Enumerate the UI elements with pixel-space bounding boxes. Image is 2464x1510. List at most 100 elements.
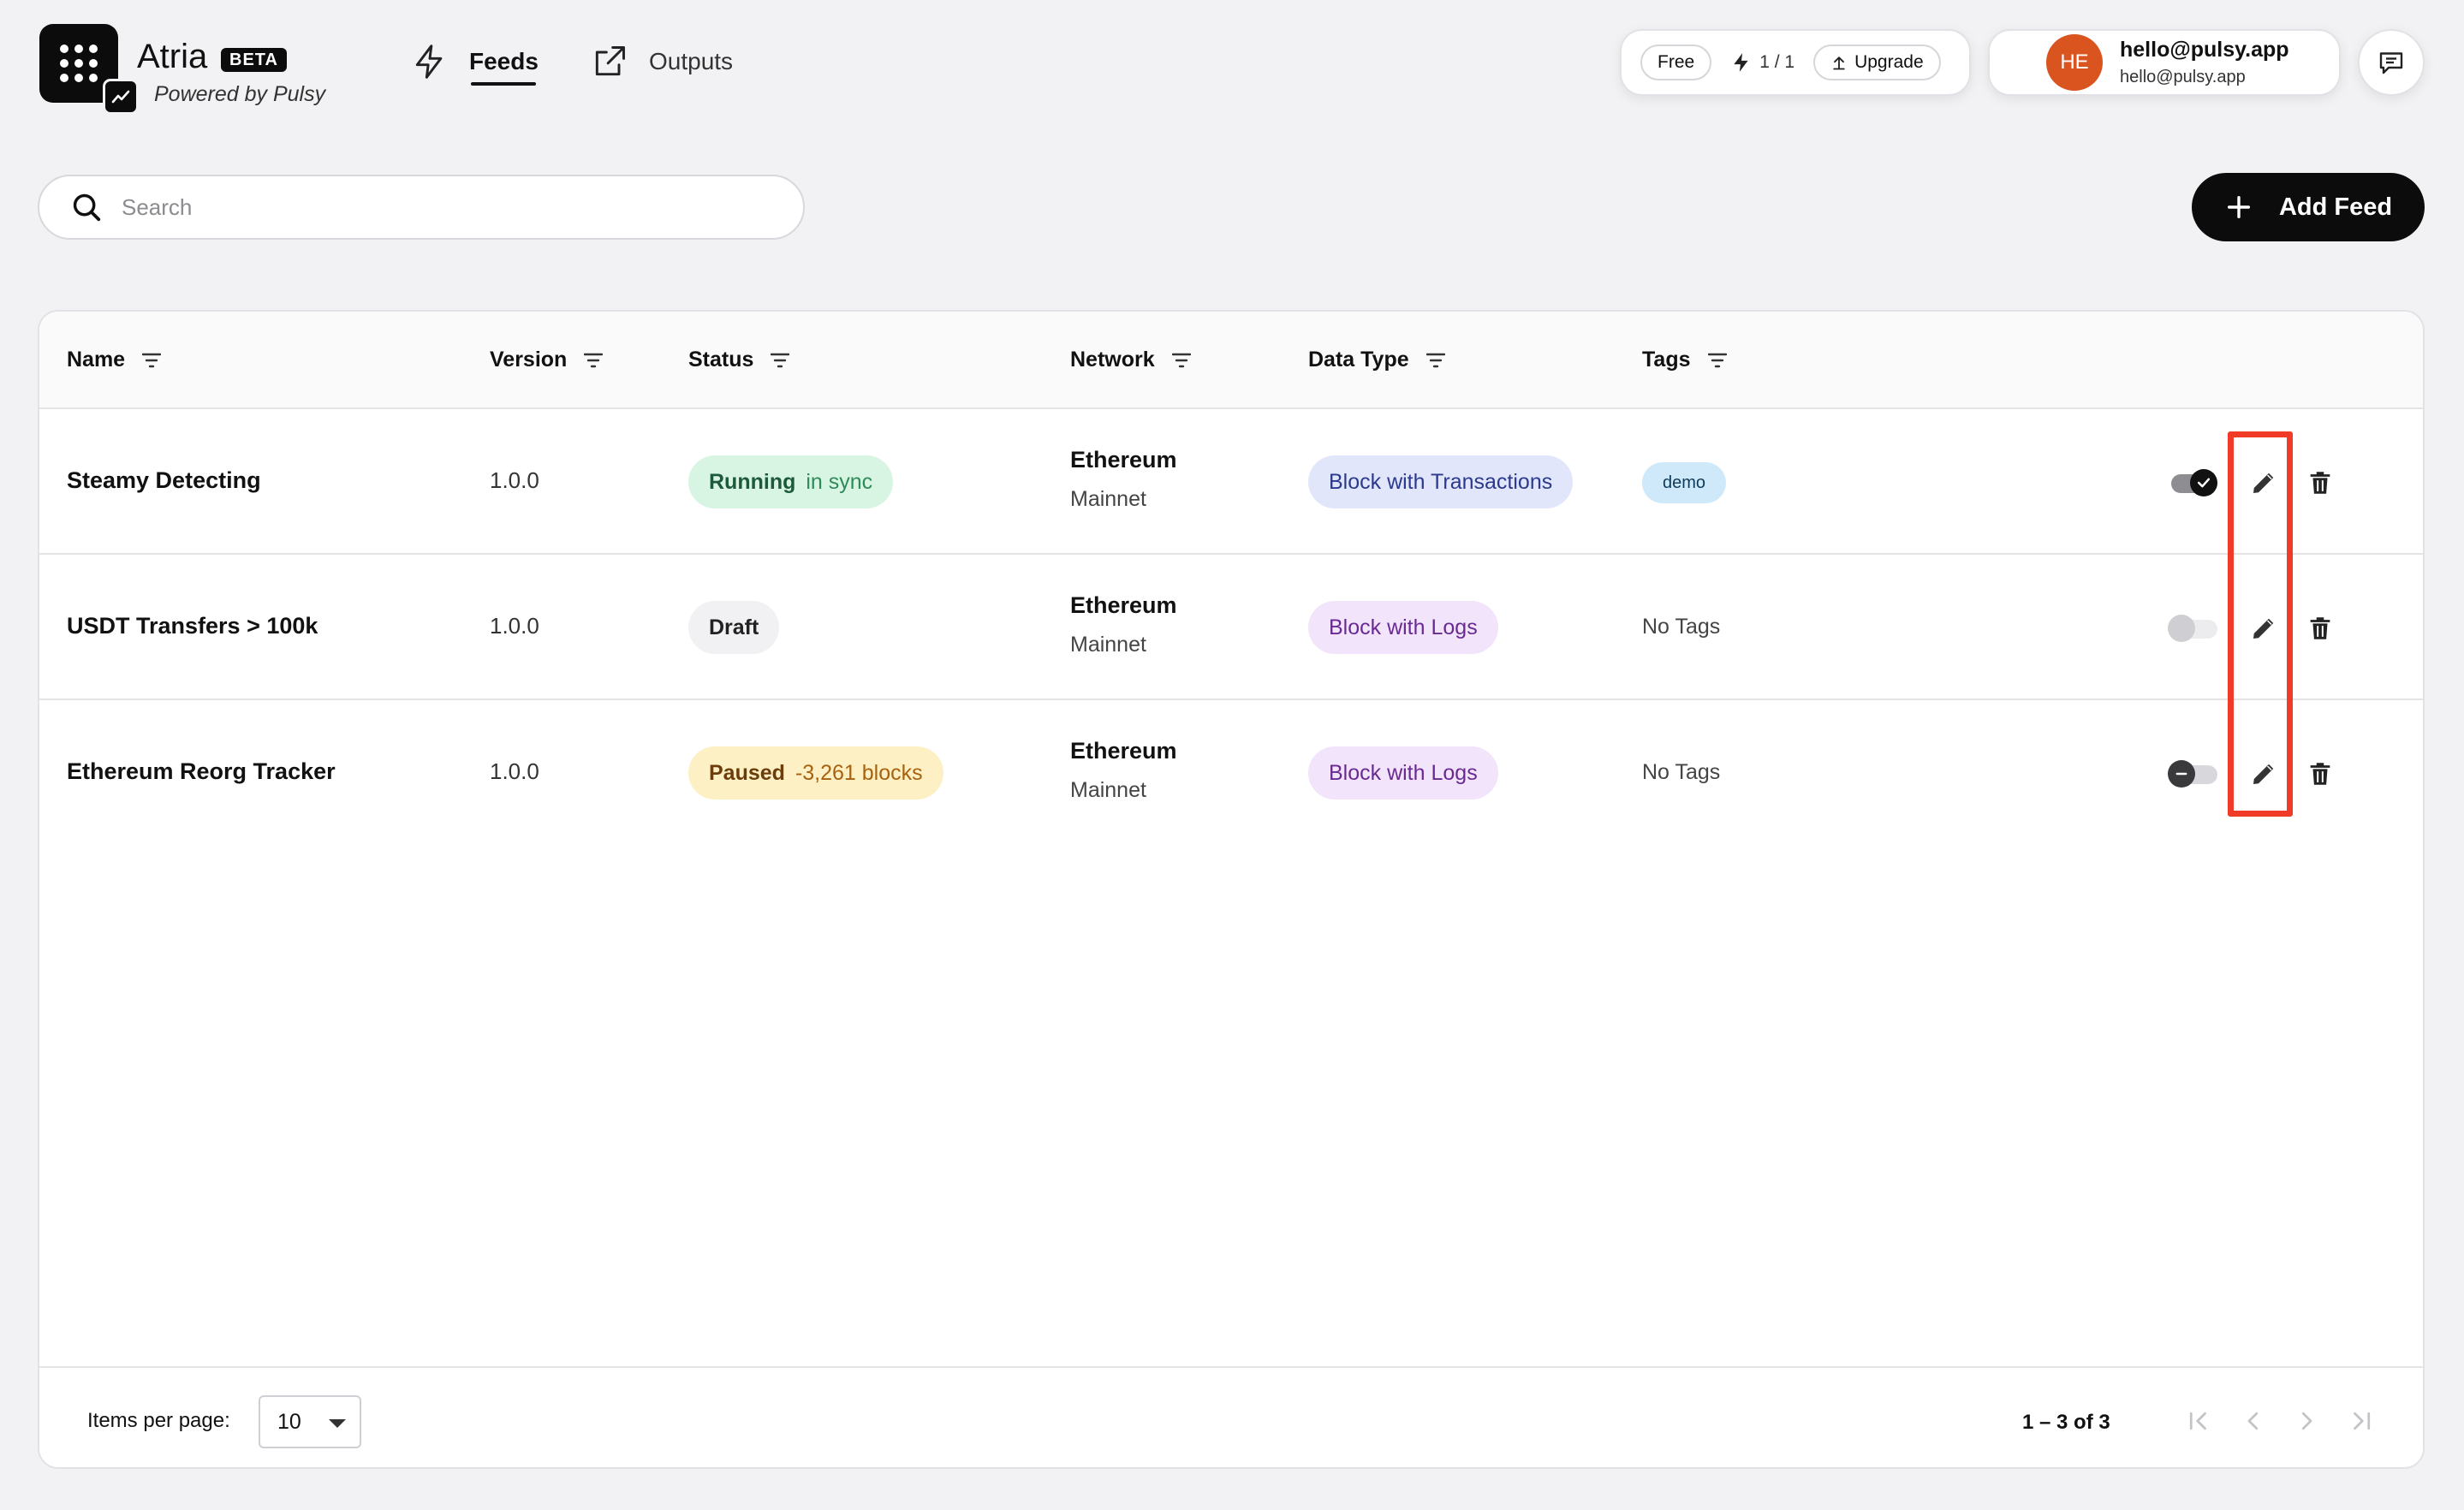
delete-button[interactable] <box>2303 466 2337 500</box>
external-link-icon <box>595 46 625 76</box>
powered-by-text: Powered by Pulsy <box>154 82 326 106</box>
tab-feeds-label: Feeds <box>469 48 539 74</box>
delete-button[interactable] <box>2303 611 2337 645</box>
trash-icon <box>2310 617 2330 639</box>
column-header-network[interactable]: Network <box>1070 348 1191 372</box>
table-footer: Items per page: 10 1 – 3 of 3 <box>39 1366 2423 1467</box>
table-header: Name Version Status Network Data Type Ta… <box>39 312 2423 409</box>
minus-icon <box>2168 760 2195 788</box>
feed-toggle[interactable] <box>2168 760 2217 788</box>
column-label: Tags <box>1642 348 1691 372</box>
search-bar[interactable] <box>38 175 805 240</box>
checkmark-icon <box>2190 469 2217 496</box>
upgrade-button[interactable]: Upgrade <box>1813 45 1941 80</box>
status-badge: Draft <box>688 601 780 654</box>
network-cell: Ethereum Mainnet <box>1070 592 1177 657</box>
status-badge: Running in sync <box>688 455 894 508</box>
filter-icon[interactable] <box>771 353 790 368</box>
column-label: Name <box>67 348 126 372</box>
caret-down-icon <box>329 1419 346 1428</box>
bolt-icon <box>1734 53 1748 72</box>
prev-page-button[interactable] <box>2235 1402 2272 1440</box>
search-icon <box>73 193 101 222</box>
column-label: Data Type <box>1308 348 1409 372</box>
status-detail: in sync <box>806 469 873 494</box>
feed-name[interactable]: USDT Transfers > 100k <box>67 613 318 639</box>
feed-toggle[interactable] <box>2168 469 2217 496</box>
beta-badge: BETA <box>221 48 287 72</box>
last-page-icon <box>2354 1412 2371 1430</box>
feed-toggle[interactable] <box>2168 615 2217 642</box>
column-header-status[interactable]: Status <box>688 348 790 372</box>
status-detail: -3,261 blocks <box>795 760 923 785</box>
tab-outputs[interactable]: Outputs <box>591 43 733 80</box>
network-name: Ethereum <box>1070 592 1177 618</box>
network-name: Ethereum <box>1070 738 1177 764</box>
add-feed-button[interactable]: Add Feed <box>2192 173 2425 241</box>
table-row[interactable]: Ethereum Reorg Tracker 1.0.0 Paused -3,2… <box>39 700 2423 846</box>
filter-icon[interactable] <box>1171 353 1191 368</box>
table-row[interactable]: USDT Transfers > 100k 1.0.0 Draft Ethere… <box>39 555 2423 700</box>
delete-button[interactable] <box>2303 757 2337 791</box>
feed-name[interactable]: Ethereum Reorg Tracker <box>67 758 336 785</box>
items-per-page-select[interactable]: 10 <box>259 1395 361 1448</box>
table-row[interactable]: Steamy Detecting 1.0.0 Running in sync E… <box>39 409 2423 555</box>
user-email: hello@pulsy.app <box>2120 38 2289 62</box>
last-page-button[interactable] <box>2342 1402 2380 1440</box>
trash-icon <box>2310 472 2330 494</box>
page-range: 1 – 3 of 3 <box>2022 1411 2110 1434</box>
grid-dots-icon <box>60 45 98 82</box>
network-sub: Mainnet <box>1070 487 1146 511</box>
upgrade-label: Upgrade <box>1854 52 1924 72</box>
network-sub: Mainnet <box>1070 633 1146 657</box>
toggle-knob <box>2168 615 2195 642</box>
status-label: Draft <box>709 615 759 639</box>
user-menu[interactable]: HE hello@pulsy.app hello@pulsy.app <box>1988 29 2341 96</box>
feeds-page: Atria BETA Powered by Pulsy Feeds Output… <box>0 0 2464 1510</box>
feeds-table: Name Version Status Network Data Type Ta… <box>38 310 2425 1469</box>
tag-chip: demo <box>1642 462 1727 503</box>
next-page-button[interactable] <box>2288 1402 2325 1440</box>
feed-name[interactable]: Steamy Detecting <box>67 467 261 494</box>
column-label: Network <box>1070 348 1155 372</box>
network-cell: Ethereum Mainnet <box>1070 738 1177 803</box>
no-tags-text: No Tags <box>1642 760 1721 784</box>
chevron-left-icon <box>2247 1412 2259 1430</box>
tab-feeds[interactable]: Feeds <box>411 43 539 80</box>
edit-column-highlight <box>2228 431 2293 817</box>
avatar: HE <box>2046 34 2103 91</box>
first-page-button[interactable] <box>2180 1402 2217 1440</box>
filter-icon[interactable] <box>142 353 162 368</box>
column-header-name[interactable]: Name <box>67 348 162 372</box>
active-tab-indicator <box>471 82 536 86</box>
feed-version: 1.0.0 <box>490 758 539 784</box>
no-tags-text: No Tags <box>1642 615 1721 639</box>
status-label: Running <box>709 469 796 494</box>
filter-icon[interactable] <box>584 353 604 368</box>
column-header-version[interactable]: Version <box>490 348 604 372</box>
column-header-data-type[interactable]: Data Type <box>1308 348 1445 372</box>
arrow-up-icon <box>1833 56 1845 70</box>
user-email-secondary: hello@pulsy.app <box>2120 68 2246 86</box>
usage-label: 1 / 1 <box>1759 52 1795 72</box>
items-per-page-label: Items per page: <box>87 1409 230 1432</box>
column-header-tags[interactable]: Tags <box>1642 348 1727 372</box>
data-type-badge: Block with Logs <box>1308 746 1498 800</box>
column-label: Status <box>688 348 754 372</box>
tab-outputs-label: Outputs <box>649 48 734 74</box>
chevron-right-icon <box>2301 1412 2312 1430</box>
chat-icon <box>2379 52 2403 74</box>
filter-icon[interactable] <box>1425 353 1445 368</box>
filter-icon[interactable] <box>1707 353 1727 368</box>
feedback-button[interactable] <box>2358 29 2425 96</box>
trash-icon <box>2310 763 2330 785</box>
plus-icon <box>2227 195 2250 219</box>
plan-tier-label: Free <box>1658 52 1695 72</box>
plan-tier-badge[interactable]: Free <box>1640 45 1712 80</box>
search-input[interactable] <box>122 193 772 221</box>
network-name: Ethereum <box>1070 447 1177 473</box>
network-cell: Ethereum Mainnet <box>1070 447 1177 512</box>
data-type-badge: Block with Transactions <box>1308 455 1574 508</box>
column-label: Version <box>490 348 568 372</box>
feed-version: 1.0.0 <box>490 467 539 493</box>
